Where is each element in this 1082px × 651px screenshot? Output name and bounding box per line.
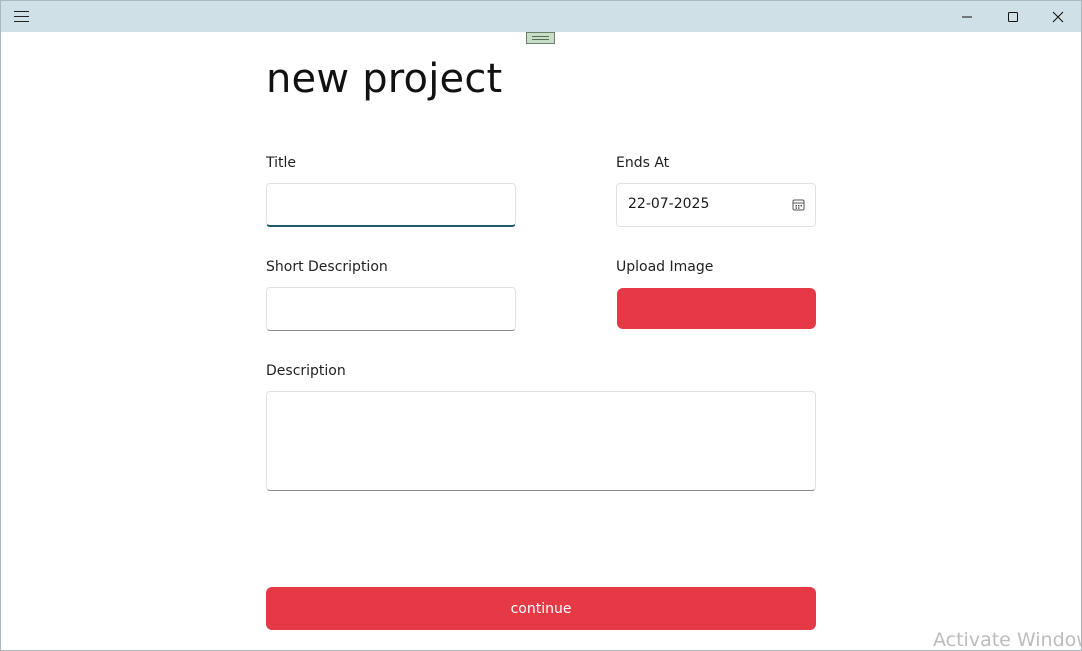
close-button[interactable] <box>1035 1 1081 32</box>
minimize-icon <box>962 16 972 17</box>
page-title: new project <box>266 56 503 102</box>
minimize-button[interactable] <box>944 1 990 32</box>
description-field[interactable] <box>266 391 816 491</box>
activation-watermark: Activate Window <box>933 629 1082 651</box>
title-field[interactable] <box>266 183 516 227</box>
description-label: Description <box>266 363 346 379</box>
title-bar <box>1 1 1081 32</box>
continue-label: continue <box>510 600 572 617</box>
ends-at-date-picker[interactable]: 22-07-2025 <box>616 183 816 227</box>
close-icon <box>1052 11 1064 22</box>
short-description-label: Short Description <box>266 259 388 275</box>
short-description-input[interactable] <box>267 288 515 330</box>
upload-image-button[interactable] <box>617 288 816 329</box>
hamburger-menu-icon[interactable] <box>13 9 31 24</box>
description-textarea[interactable] <box>267 392 815 490</box>
app-window: new project Title Ends At 22-07-2025 Sho… <box>0 0 1082 651</box>
title-label: Title <box>266 155 297 171</box>
drag-handle[interactable] <box>526 32 555 44</box>
ends-at-label: Ends At <box>616 155 670 171</box>
short-description-field[interactable] <box>266 287 516 331</box>
title-input[interactable] <box>267 184 515 225</box>
calendar-icon[interactable] <box>792 198 805 211</box>
continue-button[interactable]: continue <box>266 587 816 630</box>
ends-at-value: 22-07-2025 <box>628 196 710 212</box>
maximize-button[interactable] <box>990 1 1036 32</box>
maximize-icon <box>1008 11 1018 22</box>
upload-image-label: Upload Image <box>616 259 714 275</box>
